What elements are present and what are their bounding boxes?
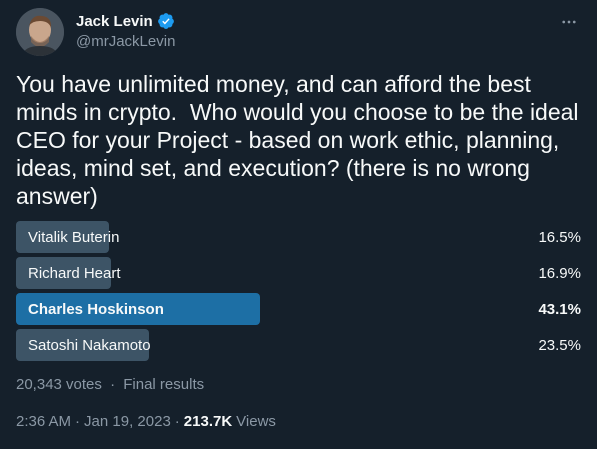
poll-status: Final results [123, 376, 205, 393]
more-horizontal-icon[interactable] [557, 10, 581, 34]
poll-option: Richard Heart 16.9% [16, 257, 581, 289]
author-display-name[interactable]: Jack Levin [76, 13, 153, 30]
tweet-time[interactable]: 2:36 AM [16, 413, 71, 430]
poll-option: Vitalik Buterin 16.5% [16, 221, 581, 253]
views-label: Views [236, 413, 276, 430]
poll-option-label: Satoshi Nakamoto [28, 336, 151, 354]
poll-option: Charles Hoskinson 43.1% [16, 293, 581, 325]
poll-option-percent: 23.5% [538, 337, 581, 354]
views-count[interactable]: 213.7K [184, 413, 232, 430]
avatar-image [16, 8, 64, 56]
verified-badge-icon [157, 12, 175, 30]
poll-option-label: Vitalik Buterin [28, 228, 120, 246]
poll-option-label: Charles Hoskinson [28, 300, 164, 318]
tweet-timestamp-row: 2:36 AM · Jan 19, 2023 · 213.7K Views [16, 413, 276, 430]
views-separator: · [174, 413, 180, 430]
poll-vote-count: 20,343 votes [16, 376, 102, 393]
author-handle[interactable]: @mrJackLevin [76, 33, 175, 50]
poll-results-meta: 20,343 votes · Final results [16, 376, 204, 393]
poll-option-percent: 43.1% [538, 301, 581, 318]
timestamp-separator: · [75, 413, 81, 430]
tweet-date[interactable]: Jan 19, 2023 [84, 413, 171, 430]
poll-option: Satoshi Nakamoto 23.5% [16, 329, 581, 361]
tweet-text: You have unlimited money, and can afford… [16, 71, 585, 209]
poll: Vitalik Buterin 16.5% Richard Heart 16.9… [16, 221, 581, 365]
tweet-header: Jack Levin @mrJackLevin [16, 8, 581, 56]
poll-option-label: Richard Heart [28, 264, 121, 282]
avatar[interactable] [16, 8, 64, 56]
poll-option-percent: 16.5% [538, 229, 581, 246]
poll-meta-separator: · [110, 376, 116, 393]
poll-option-percent: 16.9% [538, 265, 581, 282]
